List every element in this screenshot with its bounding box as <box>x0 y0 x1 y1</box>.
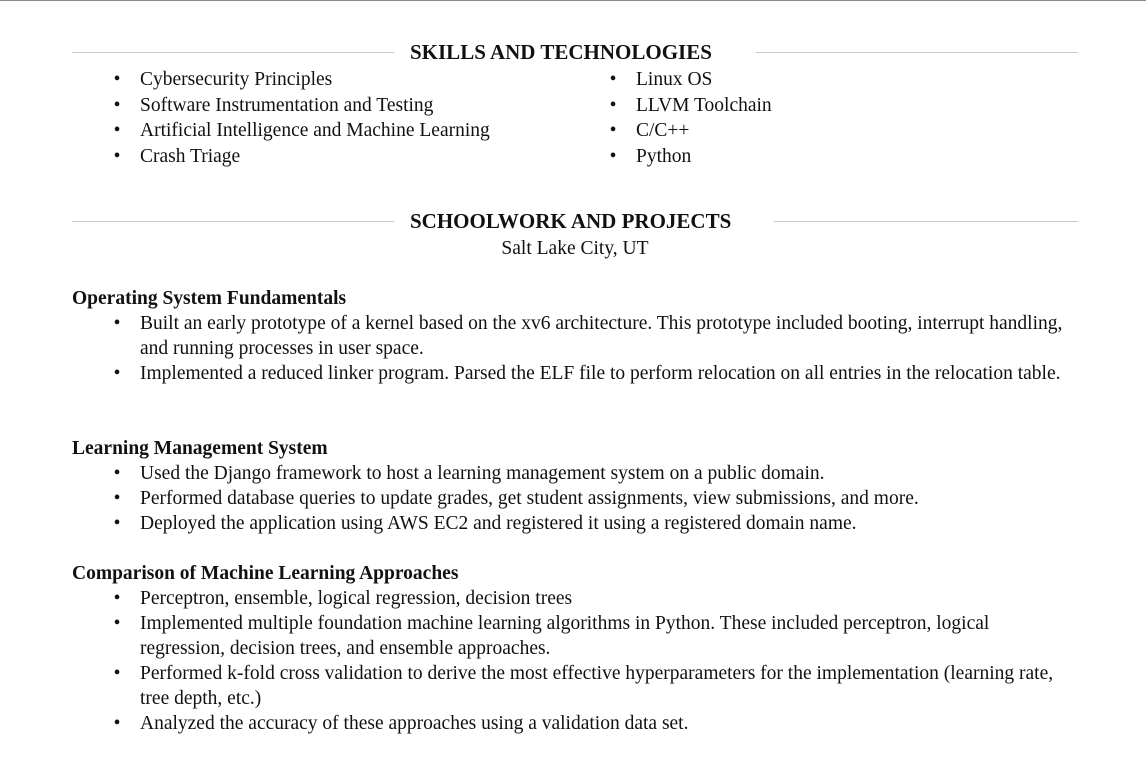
bullet-icon: • <box>113 613 121 634</box>
skill-label: Software Instrumentation and Testing <box>140 94 434 116</box>
skill-label: Artificial Intelligence and Machine Lear… <box>140 120 490 141</box>
bullet-icon: • <box>113 120 121 141</box>
project-title: Operating System Fundamentals <box>72 288 347 309</box>
skill-item: • Python <box>610 144 772 170</box>
bullet-icon: • <box>113 94 121 116</box>
project-title: Comparison of Machine Learning Approache… <box>72 563 459 584</box>
project-bullet: • Performed k-fold cross validation to de… <box>114 661 1078 711</box>
project-bullet-text: Perceptron, ensemble, logical regression… <box>140 588 573 609</box>
location-text: Salt Lake City, UT <box>501 238 649 259</box>
heading-rule-left <box>72 52 394 53</box>
bullet-icon: • <box>113 663 121 684</box>
project-block: Comparison of Machine Learning Approache… <box>72 561 1078 736</box>
skill-item: • C/C++ <box>610 118 772 144</box>
skill-item: • Crash Triage <box>114 144 490 170</box>
bullet-icon: • <box>113 713 121 734</box>
skills-section-title: SKILLS AND TECHNOLOGIES <box>410 40 712 64</box>
projects-section-title: SCHOOLWORK AND PROJECTS <box>410 209 732 233</box>
skills-list-left: • Cybersecurity Principles • Software Inst… <box>114 67 490 170</box>
project-bullet-text: Analyzed the accuracy of these approache… <box>140 713 689 734</box>
bullet-icon: • <box>113 513 121 534</box>
project-bullet-text: Performed k-fold cross validation to der… <box>140 663 1054 709</box>
project-bullet: • Deployed the application using AWS EC2 … <box>114 511 1078 536</box>
skill-label: C/C++ <box>636 120 690 141</box>
project-block: Learning Management System • Used the Dja… <box>72 436 1078 536</box>
project-bullet-text: Performed database queries to update gra… <box>140 488 919 509</box>
heading-rule-left <box>72 221 394 222</box>
project-bullet: • Implemented a reduced linker program. P… <box>114 361 1078 386</box>
project-bullet-text: Built an early prototype of a kernel bas… <box>140 313 1063 359</box>
bullet-icon: • <box>609 145 617 167</box>
bullet-icon: • <box>113 488 121 509</box>
project-bullet: • Used the Django framework to host a lea… <box>114 461 1078 486</box>
skills-section-heading: SKILLS AND TECHNOLOGIES <box>72 39 1078 65</box>
project-block: Operating System Fundamentals • Built an … <box>72 286 1078 386</box>
project-bullet-text: Implemented a reduced linker program. Pa… <box>140 363 1061 384</box>
project-bullet-text: Implemented multiple foundation machine … <box>140 613 990 659</box>
project-bullet: • Implemented multiple foundation machine… <box>114 611 1078 661</box>
bullet-icon: • <box>609 94 617 116</box>
skill-item: • LLVM Toolchain <box>610 93 772 119</box>
project-bullet: • Built an early prototype of a kernel ba… <box>114 311 1078 361</box>
project-title: Learning Management System <box>72 438 328 459</box>
skill-item: • Software Instrumentation and Testing <box>114 93 490 119</box>
skill-item: • Linux OS <box>610 67 772 93</box>
projects-section-heading: SCHOOLWORK AND PROJECTS <box>72 208 1078 234</box>
bullet-icon: • <box>609 120 617 141</box>
bullet-icon: • <box>113 145 121 167</box>
bullet-icon: • <box>113 363 121 384</box>
skill-item: • Artificial Intelligence and Machine Lea… <box>114 118 490 144</box>
project-bullet-list: • Perceptron, ensemble, logical regressio… <box>72 586 1078 736</box>
project-bullet-text: Deployed the application using AWS EC2 a… <box>140 513 857 534</box>
bullet-icon: • <box>113 588 121 609</box>
bullet-icon: • <box>113 463 121 484</box>
project-bullet-list: • Used the Django framework to host a lea… <box>72 461 1078 536</box>
skill-label: Crash Triage <box>140 145 241 167</box>
project-bullet: • Analyzed the accuracy of these approach… <box>114 711 1078 736</box>
skill-label: Linux OS <box>636 69 713 90</box>
heading-rule-right <box>774 221 1078 222</box>
bullet-icon: • <box>609 69 617 90</box>
project-bullet-list: • Built an early prototype of a kernel ba… <box>72 311 1078 386</box>
skill-item: • Cybersecurity Principles <box>114 67 490 93</box>
skill-label: Cybersecurity Principles <box>140 69 333 90</box>
skill-label: Python <box>636 145 692 167</box>
page-top-border <box>0 0 1146 1</box>
bullet-icon: • <box>113 313 121 334</box>
bullet-icon: • <box>113 69 121 90</box>
project-bullet: • Perceptron, ensemble, logical regressio… <box>114 586 1078 611</box>
project-bullet: • Performed database queries to update gr… <box>114 486 1078 511</box>
skills-list-right: • Linux OS • LLVM Toolchain • C/C++ • Python <box>610 67 772 170</box>
heading-rule-right <box>756 52 1078 53</box>
skill-label: LLVM Toolchain <box>636 94 772 116</box>
project-bullet-text: Used the Django framework to host a lear… <box>140 463 825 484</box>
